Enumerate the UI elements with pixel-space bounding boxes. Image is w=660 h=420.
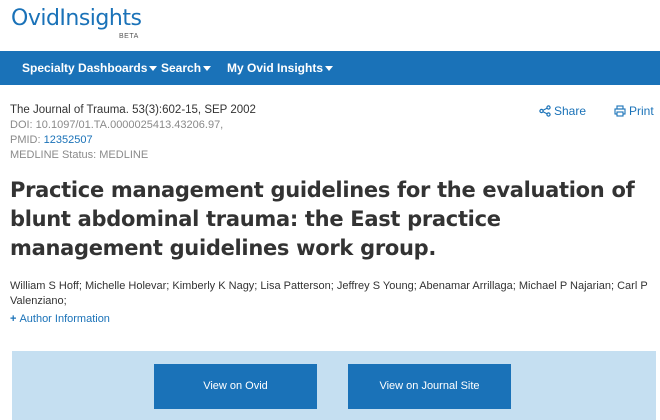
logo-text: OvidInsights: [11, 6, 142, 31]
caret-down-icon: [149, 66, 158, 71]
author-information-label: Author Information: [19, 313, 110, 325]
access-options-panel: View on Ovid View on Journal Site: [12, 351, 656, 420]
nav-item-label: Specialty Dashboards: [22, 61, 148, 75]
nav-my-ovid-insights[interactable]: My Ovid Insights: [227, 51, 334, 85]
beta-badge: BETA: [119, 33, 139, 40]
share-button[interactable]: Share: [539, 104, 586, 118]
caret-down-icon: [325, 66, 334, 71]
plus-icon: +: [10, 313, 17, 325]
medline-status: MEDLINE Status: MEDLINE: [10, 149, 149, 161]
author-list: William S Hoff; Michelle Holevar; Kimber…: [10, 280, 648, 307]
main-navbar: Specialty Dashboards Search My Ovid Insi…: [0, 51, 660, 85]
printer-icon: [614, 105, 626, 117]
print-label: Print: [629, 104, 654, 118]
citation-block: The Journal of Trauma. 53(3):602-15, SEP…: [10, 103, 256, 163]
pmid-row: PMID: 12352507: [10, 133, 256, 148]
share-label: Share: [554, 104, 587, 118]
pmid-link[interactable]: 12352507: [44, 134, 93, 146]
doi: DOI: 10.1097/01.TA.0000025413.43206.97,: [10, 119, 224, 131]
logo[interactable]: OvidInsights BETA: [11, 6, 142, 40]
view-on-ovid-button[interactable]: View on Ovid: [154, 364, 317, 409]
nav-specialty-dashboards[interactable]: Specialty Dashboards: [22, 51, 158, 85]
share-icon: [539, 105, 551, 117]
nav-item-label: My Ovid Insights: [227, 61, 324, 75]
caret-down-icon: [203, 66, 212, 71]
print-button[interactable]: Print: [614, 104, 654, 118]
nav-search[interactable]: Search: [161, 51, 212, 85]
pmid-label: PMID:: [10, 134, 41, 146]
nav-item-label: Search: [161, 61, 202, 75]
article-title: Practice management guidelines for the e…: [10, 178, 635, 260]
author-information-toggle[interactable]: + Author Information: [10, 313, 110, 325]
view-on-journal-site-button[interactable]: View on Journal Site: [348, 364, 511, 409]
journal-citation: The Journal of Trauma. 53(3):602-15, SEP…: [10, 104, 256, 116]
